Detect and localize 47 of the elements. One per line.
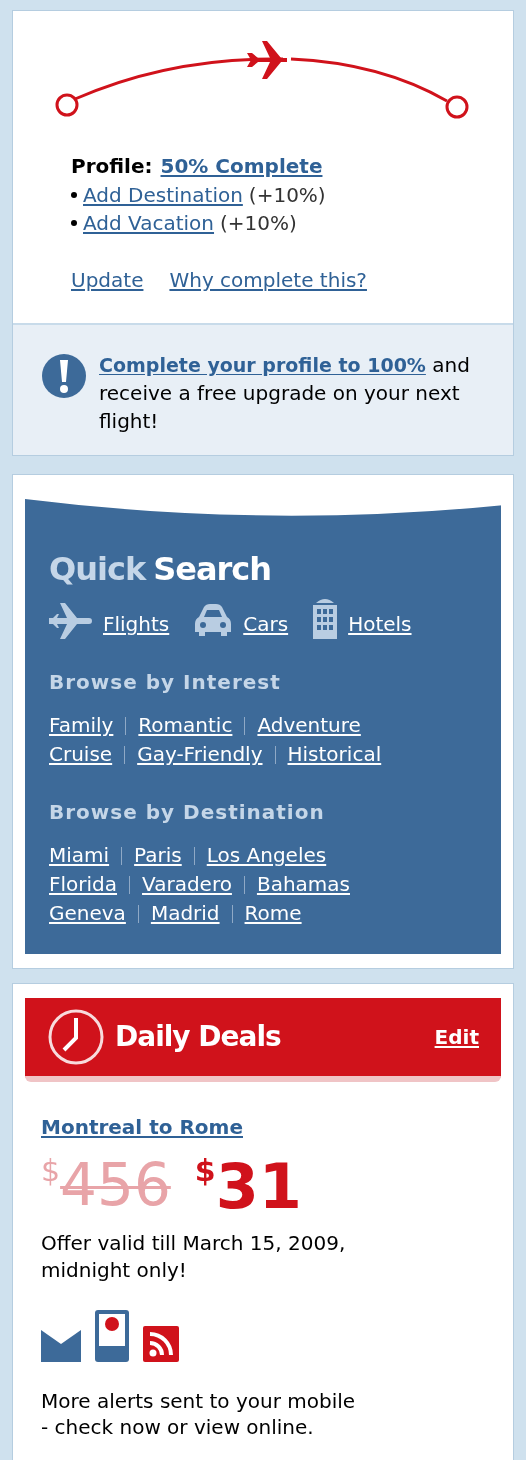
task-link[interactable]: Add Vacation — [83, 209, 215, 237]
browse-link[interactable]: Romantic — [138, 711, 233, 740]
browse-link[interactable]: Cruise — [49, 740, 113, 769]
browse-link[interactable]: Miami — [49, 841, 110, 870]
category-link[interactable]: Flights — [103, 609, 170, 639]
exclamation-icon — [41, 353, 87, 399]
browse-link[interactable]: Gay-Friendly — [137, 740, 263, 769]
quick-search-title: Search — [153, 549, 272, 590]
mobile-phone-icon[interactable] — [95, 1310, 129, 1362]
browse-link[interactable]: Madrid — [150, 899, 220, 928]
browse-link[interactable]: Historical — [287, 740, 382, 769]
bullet-icon — [71, 192, 77, 198]
profile-label: Profile: — [71, 153, 153, 180]
new-price: $31 — [194, 1156, 302, 1218]
completion-link[interactable]: 50% Complete — [160, 151, 323, 181]
alerts-text: More alerts sent to your mobile - check now or view online. — [41, 1388, 357, 1440]
car-icon — [193, 603, 234, 639]
airplane-icon — [49, 603, 93, 639]
clock-icon — [47, 1008, 105, 1066]
browse-link[interactable]: Paris — [134, 841, 182, 870]
section-heading: Browse by Destination — [49, 799, 326, 826]
browse-link[interactable]: Adventure — [257, 711, 361, 740]
task-link[interactable]: Add Destination — [83, 181, 243, 209]
old-price: $456 — [41, 1156, 171, 1214]
category-link[interactable]: Cars — [243, 609, 289, 639]
notice-text: Complete your profile to 100% and receive a free upgrade on your next flight! — [99, 352, 471, 435]
bonus-text: (+10%) — [220, 210, 297, 237]
browse-link[interactable]: Bahamas — [256, 870, 350, 899]
browse-link[interactable]: Varadero — [142, 870, 232, 899]
bonus-text: (+10%) — [248, 182, 326, 209]
category-link[interactable]: Hotels — [348, 609, 412, 639]
browse-link[interactable]: Family — [49, 711, 114, 740]
complete-profile-link[interactable]: Complete your profile to 100% — [99, 354, 426, 376]
rss-icon[interactable] — [143, 1326, 179, 1362]
section-heading: Browse by Interest — [49, 669, 282, 696]
browse-link[interactable]: Geneva — [49, 899, 126, 928]
browse-link[interactable]: Los Angeles — [206, 841, 327, 870]
title-prefix: Quick — [49, 549, 146, 590]
browse-link[interactable]: Rome — [244, 899, 302, 928]
edit-link[interactable]: Edit — [434, 1022, 479, 1052]
daily-deals-title: Daily Deals — [115, 1019, 281, 1055]
bullet-icon — [71, 220, 77, 226]
browse-link[interactable]: Florida — [49, 870, 118, 899]
profile-link[interactable]: Update — [71, 265, 144, 295]
offer-validity-text: Offer valid till March 15, 2009, midnight only! — [41, 1230, 347, 1284]
profile-link[interactable]: Why complete this? — [169, 265, 367, 295]
route-link[interactable]: Montreal to Rome — [41, 1115, 243, 1139]
